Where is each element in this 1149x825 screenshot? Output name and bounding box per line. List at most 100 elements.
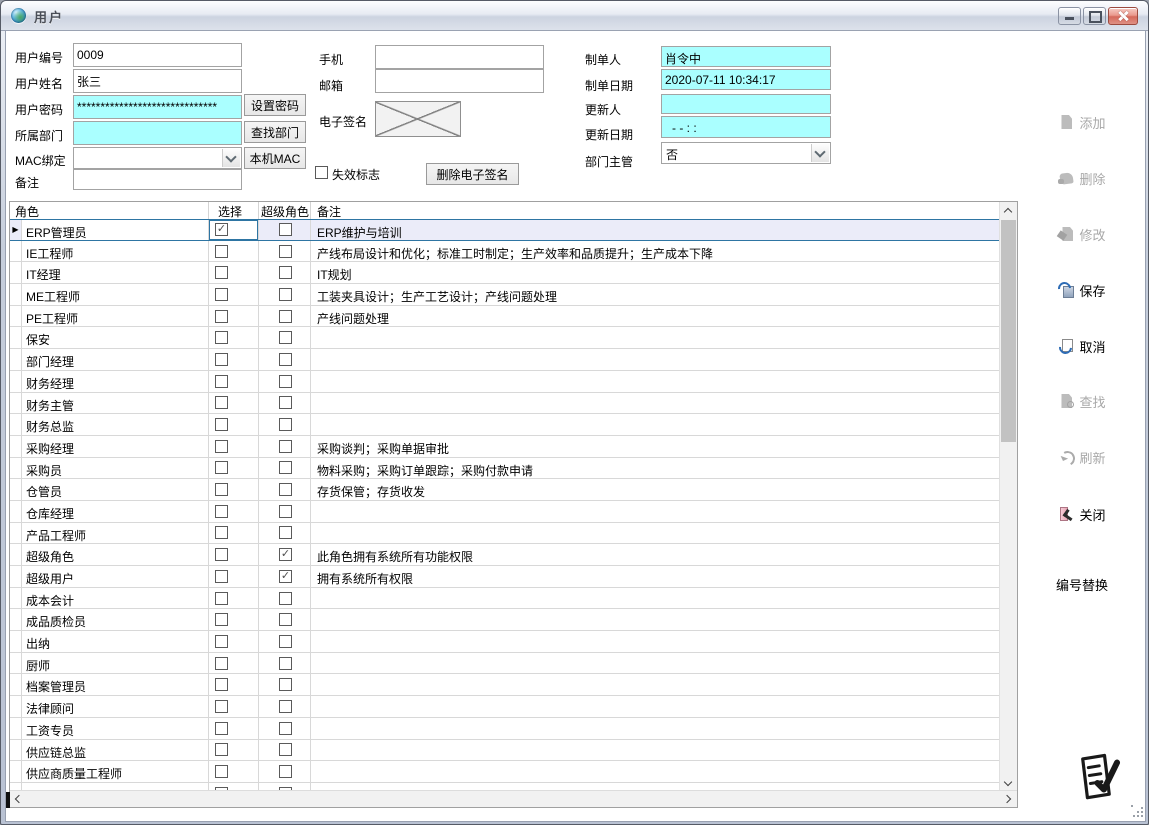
close-button[interactable] <box>1108 7 1138 25</box>
select-cell[interactable] <box>209 609 259 630</box>
table-row[interactable]: 财务经理 <box>10 371 1000 393</box>
table-row[interactable]: 成品质检员 <box>10 609 1000 631</box>
table-row[interactable]: 法律顾问 <box>10 696 1000 718</box>
select-cell[interactable] <box>209 718 259 739</box>
password-input[interactable] <box>73 95 242 119</box>
super-role-cell[interactable] <box>259 501 311 522</box>
table-row[interactable]: 工资专员 <box>10 718 1000 740</box>
select-checkbox[interactable] <box>215 657 228 670</box>
mac-binding-dropdown[interactable] <box>73 147 242 169</box>
select-checkbox[interactable] <box>215 375 228 388</box>
select-checkbox[interactable] <box>215 678 228 691</box>
remark-cell[interactable]: 拥有系统所有权限 <box>311 566 1000 587</box>
select-cell[interactable] <box>209 544 259 565</box>
select-checkbox[interactable] <box>215 331 228 344</box>
role-cell[interactable]: ME工程师 <box>22 284 209 305</box>
select-checkbox[interactable] <box>215 461 228 474</box>
select-cell[interactable] <box>209 393 259 414</box>
select-checkbox[interactable] <box>215 266 228 279</box>
super-role-checkbox[interactable] <box>279 613 292 626</box>
mac-binding-dropdown-button[interactable] <box>222 149 240 167</box>
role-cell[interactable]: ERP管理员 <box>22 220 209 240</box>
delete-esign-button[interactable]: 删除电子签名 <box>426 163 519 185</box>
remark-cell[interactable]: ERP维护与培训 <box>311 220 1000 240</box>
remark-cell[interactable] <box>311 523 1000 544</box>
role-cell[interactable]: 仓管员 <box>22 479 209 500</box>
super-role-checkbox[interactable] <box>279 526 292 539</box>
select-checkbox[interactable] <box>215 743 228 756</box>
select-checkbox[interactable] <box>215 592 228 605</box>
table-row[interactable]: 超级角色 ✓ 此角色拥有系统所有功能权限 <box>10 544 1000 566</box>
remark-cell[interactable] <box>311 631 1000 652</box>
super-role-checkbox[interactable] <box>279 592 292 605</box>
table-row[interactable]: 保安 <box>10 327 1000 349</box>
remark-cell[interactable] <box>311 588 1000 609</box>
super-role-cell[interactable] <box>259 436 311 457</box>
table-row[interactable]: 档案管理员 <box>10 674 1000 696</box>
select-checkbox[interactable] <box>215 613 228 626</box>
select-checkbox[interactable] <box>215 353 228 366</box>
select-cell[interactable] <box>209 501 259 522</box>
select-checkbox[interactable] <box>215 310 228 323</box>
select-cell[interactable] <box>209 653 259 674</box>
mobile-input[interactable] <box>375 45 544 69</box>
select-checkbox[interactable] <box>215 526 228 539</box>
super-role-checkbox[interactable] <box>279 245 292 258</box>
role-cell[interactable]: 厨师 <box>22 653 209 674</box>
select-checkbox[interactable] <box>215 418 228 431</box>
select-cell[interactable] <box>209 479 259 500</box>
super-role-cell[interactable] <box>259 241 311 262</box>
super-role-cell[interactable] <box>259 674 311 695</box>
remark-cell[interactable]: 工装夹具设计；生产工艺设计；产线问题处理 <box>311 284 1000 305</box>
super-role-checkbox[interactable] <box>279 461 292 474</box>
select-checkbox[interactable]: ✓ <box>215 223 228 236</box>
select-checkbox[interactable] <box>215 505 228 518</box>
table-row[interactable]: IE工程师 产线布局设计和优化；标准工时制定；生产效率和品质提升；生产成本下降 <box>10 241 1000 263</box>
select-cell[interactable] <box>209 696 259 717</box>
role-cell[interactable]: 超级角色 <box>22 544 209 565</box>
scroll-down-button[interactable] <box>1000 775 1017 791</box>
email-input[interactable] <box>375 69 544 93</box>
super-role-checkbox[interactable] <box>279 505 292 518</box>
select-cell[interactable] <box>209 588 259 609</box>
super-role-cell[interactable] <box>259 414 311 435</box>
select-checkbox[interactable] <box>215 483 228 496</box>
select-cell[interactable] <box>209 436 259 457</box>
role-cell[interactable]: 产品工程师 <box>22 523 209 544</box>
role-cell[interactable]: IT经理 <box>22 262 209 283</box>
remark-cell[interactable]: 产线布局设计和优化；标准工时制定；生产效率和品质提升；生产成本下降 <box>311 241 1000 262</box>
table-row[interactable]: PE工程师 产线问题处理 <box>10 306 1000 328</box>
remark-cell[interactable] <box>311 653 1000 674</box>
super-role-checkbox[interactable] <box>279 700 292 713</box>
table-row[interactable]: 产品工程师 <box>10 523 1000 545</box>
set-password-button[interactable]: 设置密码 <box>244 94 306 116</box>
role-cell[interactable]: 成品质检员 <box>22 609 209 630</box>
super-role-checkbox[interactable] <box>279 331 292 344</box>
select-checkbox[interactable] <box>215 700 228 713</box>
scroll-up-button[interactable] <box>1000 202 1017 219</box>
select-cell[interactable] <box>209 241 259 262</box>
remark-cell[interactable] <box>311 696 1000 717</box>
select-checkbox[interactable] <box>215 765 228 778</box>
table-row[interactable]: ▶ ERP管理员 ✓ ERP维护与培训 <box>10 219 1000 241</box>
dept-manager-dropdown[interactable]: 否 <box>661 142 831 164</box>
remark-cell[interactable]: 此角色拥有系统所有功能权限 <box>311 544 1000 565</box>
department-input[interactable] <box>73 121 242 145</box>
remark-cell[interactable] <box>311 393 1000 414</box>
remark-cell[interactable]: 存货保管；存货收发 <box>311 479 1000 500</box>
table-row[interactable]: 采购经理 采购谈判；采购单据审批 <box>10 436 1000 458</box>
super-role-cell[interactable] <box>259 262 311 283</box>
select-cell[interactable] <box>209 523 259 544</box>
table-row[interactable]: 财务主管 <box>10 393 1000 415</box>
horizontal-scrollbar[interactable] <box>10 790 1017 807</box>
select-cell[interactable] <box>209 458 259 479</box>
table-row[interactable]: 厨师 <box>10 653 1000 675</box>
table-row[interactable]: 超级用户 ✓ 拥有系统所有权限 <box>10 566 1000 588</box>
table-row[interactable]: 仓库经理 <box>10 501 1000 523</box>
remark-cell[interactable] <box>311 371 1000 392</box>
role-cell[interactable]: 供应链总监 <box>22 740 209 761</box>
remark-cell[interactable] <box>311 740 1000 761</box>
select-cell[interactable] <box>209 566 259 587</box>
minimize-button[interactable] <box>1058 7 1081 25</box>
remark-cell[interactable]: 产线问题处理 <box>311 306 1000 327</box>
